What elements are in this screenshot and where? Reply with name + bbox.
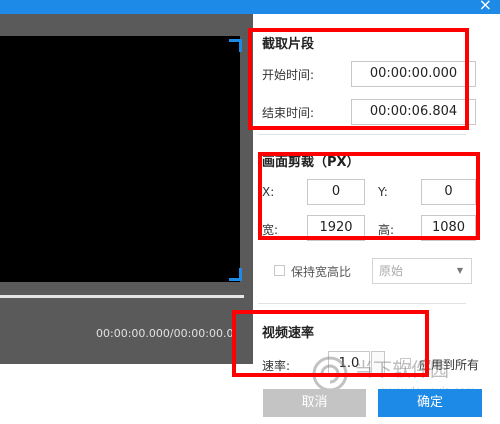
chevron-down-icon: ▼ <box>456 266 463 275</box>
timeline-slider[interactable] <box>0 295 244 298</box>
highlight-box-clip <box>248 28 469 130</box>
timecode-display: 00:00:00.000/00:00:00.0 <box>96 327 234 340</box>
title-bar <box>0 0 500 14</box>
video-preview[interactable] <box>0 36 240 282</box>
keep-ratio-label: 保持宽高比 <box>291 265 352 279</box>
ok-button[interactable]: 确定 <box>378 389 482 417</box>
close-icon[interactable]: × <box>479 0 492 14</box>
ratio-select[interactable]: 原始 ▼ <box>372 258 472 284</box>
crop-handle-bottom-right[interactable] <box>229 268 242 281</box>
highlight-box-speed <box>232 310 429 377</box>
ratio-select-value: 原始 <box>379 264 404 278</box>
crop-handle-top-right[interactable] <box>229 39 242 52</box>
cancel-button[interactable]: 取消 <box>263 389 366 417</box>
divider <box>258 134 466 135</box>
highlight-box-crop <box>258 152 480 240</box>
divider <box>258 303 466 304</box>
keep-ratio-checkbox[interactable] <box>274 265 285 276</box>
